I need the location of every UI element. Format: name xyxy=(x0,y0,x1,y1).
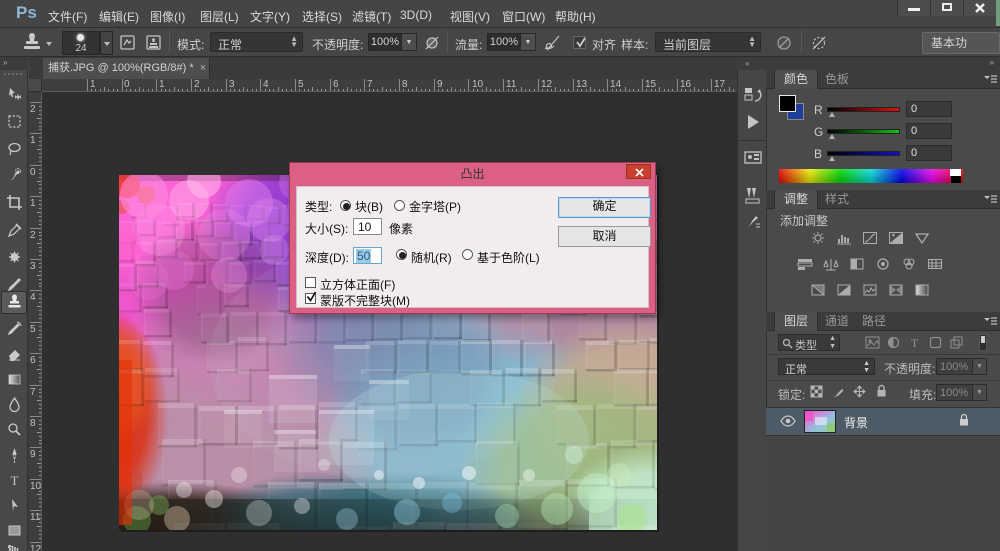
svg-text:T: T xyxy=(911,336,919,349)
svg-text:T: T xyxy=(11,473,19,488)
